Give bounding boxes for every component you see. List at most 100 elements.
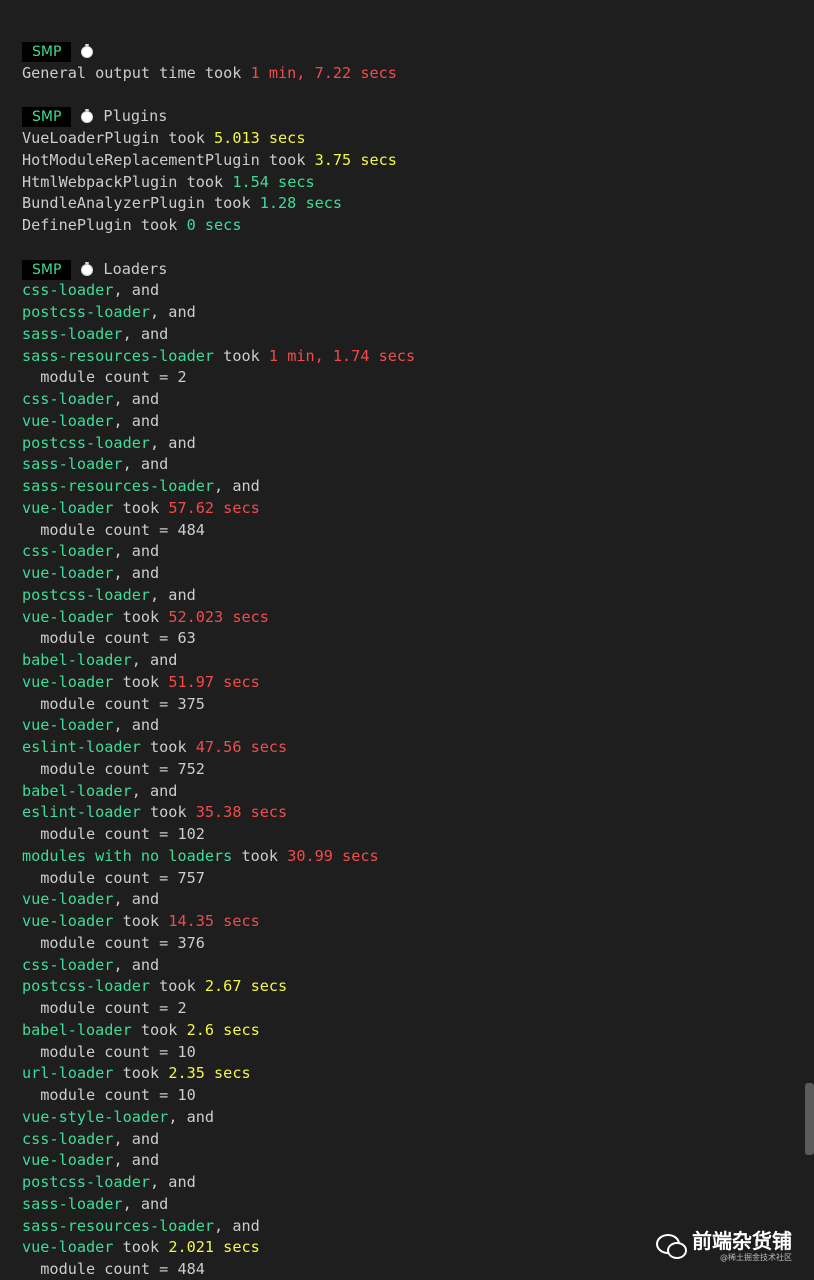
module-count-line: module count = 757 — [22, 868, 415, 890]
plugin-time: 1.54 secs — [232, 172, 315, 191]
module-count-label: module count = — [22, 1042, 178, 1061]
loader-name: vue-style-loader — [22, 1107, 169, 1126]
general-output-line: General output time took 1 min, 7.22 sec… — [22, 63, 415, 85]
plugin-line: HtmlWebpackPlugin took 1.54 secs — [22, 172, 415, 194]
plugin-time: 5.013 secs — [214, 129, 306, 147]
module-count-value: 2 — [177, 368, 187, 387]
took-text: took — [131, 1020, 187, 1039]
module-count-value: 752 — [177, 759, 205, 778]
loader-time: 30.99 secs — [287, 846, 379, 865]
watermark-subtitle: @稀土掘金技术社区 — [720, 1253, 792, 1262]
took-text: took — [159, 129, 215, 147]
loader-name: vue-loader — [22, 890, 114, 909]
module-count-line: module count = 752 — [22, 759, 415, 781]
loader-chain-line: css-loader, and — [22, 389, 415, 411]
loader-name: postcss-loader — [22, 303, 151, 321]
loader-chain-line: postcss-loader, and — [22, 585, 415, 607]
loader-time: 2.35 secs — [168, 1064, 251, 1083]
loader-name: vue-loader — [22, 411, 114, 430]
watermark-name: 前端杂货铺 — [692, 1229, 792, 1253]
module-count-label: module count = — [22, 694, 178, 713]
loader-name: sass-resources-loader — [22, 1216, 215, 1235]
loader-chain-line: postcss-loader, and — [22, 433, 415, 455]
module-count-line: module count = 102 — [22, 824, 415, 846]
loader-time-line: sass-resources-loader took 1 min, 1.74 s… — [22, 346, 415, 368]
and-text: , and — [113, 542, 160, 561]
loader-time: 2.6 secs — [186, 1020, 260, 1039]
module-count-value: 484 — [177, 1260, 205, 1278]
loader-name: postcss-loader — [22, 585, 151, 604]
and-text: , and — [113, 564, 160, 582]
loader-time: 1 min, 1.74 secs — [268, 346, 416, 365]
loader-name: eslint-loader — [22, 803, 141, 822]
loader-time-line: babel-loader took 2.6 secs — [22, 1020, 415, 1042]
plugin-name: HotModuleReplacementPlugin — [22, 150, 260, 169]
stopwatch-icon — [81, 261, 94, 276]
and-text: , and — [113, 890, 160, 909]
plugin-name: DefinePlugin — [22, 216, 132, 234]
loader-time-line: eslint-loader took 35.38 secs — [22, 802, 415, 824]
loader-chain-line: vue-loader, and — [22, 889, 415, 911]
loader-time: 35.38 secs — [195, 803, 288, 822]
took-text: took — [259, 150, 315, 169]
loader-time-line: modules with no loaders took 30.99 secs — [22, 846, 415, 868]
smp-badge: SMP — [22, 107, 72, 128]
loader-name: vue-loader — [22, 912, 114, 930]
loader-time: 2.021 secs — [168, 1238, 260, 1257]
module-count-value: 10 — [177, 1086, 196, 1104]
module-count-value: 484 — [177, 520, 205, 539]
and-text: , and — [122, 455, 169, 474]
and-text: , and — [214, 477, 260, 495]
and-text: , and — [113, 411, 160, 430]
loader-chain-line: sass-loader, and — [22, 324, 415, 346]
loader-chain-line: vue-style-loader, and — [22, 1107, 415, 1129]
module-count-line: module count = 376 — [22, 933, 415, 955]
wechat-icon — [656, 1233, 687, 1259]
and-text: , and — [122, 324, 169, 343]
vertical-scrollbar[interactable] — [805, 1083, 814, 1155]
and-text: , and — [214, 1216, 260, 1235]
module-count-label: module count = — [22, 999, 178, 1017]
general-label: General output time took — [22, 63, 251, 82]
loader-name: vue-loader — [22, 1151, 114, 1170]
module-count-value: 63 — [177, 629, 196, 648]
and-text: , and — [150, 1173, 196, 1191]
loader-chain-line: sass-loader, and — [22, 1194, 415, 1216]
loader-chain-line: css-loader, and — [22, 541, 415, 563]
and-text: , and — [113, 390, 160, 408]
loader-name: vue-loader — [22, 1238, 114, 1257]
took-text: took — [232, 846, 288, 865]
loader-time-line: vue-loader took 57.62 secs — [22, 498, 415, 520]
module-count-label: module count = — [22, 759, 178, 778]
took-text: took — [140, 803, 196, 822]
loader-chain-line: postcss-loader, and — [22, 302, 415, 324]
took-text: took — [113, 498, 169, 517]
loader-name: sass-loader — [22, 455, 123, 474]
loader-name: babel-loader — [22, 651, 132, 669]
took-text: took — [113, 1064, 169, 1083]
loader-time-line: url-loader took 2.35 secs — [22, 1063, 415, 1085]
loader-chain-line: sass-resources-loader, and — [22, 1216, 415, 1238]
module-count-line: module count = 484 — [22, 520, 415, 542]
and-text: , and — [113, 1129, 160, 1148]
module-count-line: module count = 2 — [22, 367, 415, 389]
module-count-line: module count = 63 — [22, 628, 415, 650]
loader-time: 52.023 secs — [168, 607, 269, 626]
plugin-time: 1.28 secs — [259, 194, 343, 213]
loader-name: postcss-loader — [22, 433, 151, 452]
loader-time: 51.97 secs — [168, 672, 260, 691]
loader-chain-line: postcss-loader, and — [22, 1172, 415, 1194]
loader-name: css-loader — [22, 1129, 114, 1148]
loader-name: css-loader — [22, 281, 114, 300]
module-count-value: 10 — [177, 1042, 196, 1061]
smp-badge: SMP — [22, 259, 72, 280]
plugin-time: 0 secs — [186, 216, 242, 234]
terminal-output: SMP General output time took 1 min, 7.22 … — [22, 41, 415, 1280]
plugin-line: HotModuleReplacementPlugin took 3.75 sec… — [22, 150, 415, 172]
module-count-label: module count = — [22, 933, 178, 952]
module-count-value: 375 — [177, 694, 205, 713]
module-count-line: module count = 10 — [22, 1042, 415, 1064]
module-count-line: module count = 2 — [22, 998, 415, 1020]
